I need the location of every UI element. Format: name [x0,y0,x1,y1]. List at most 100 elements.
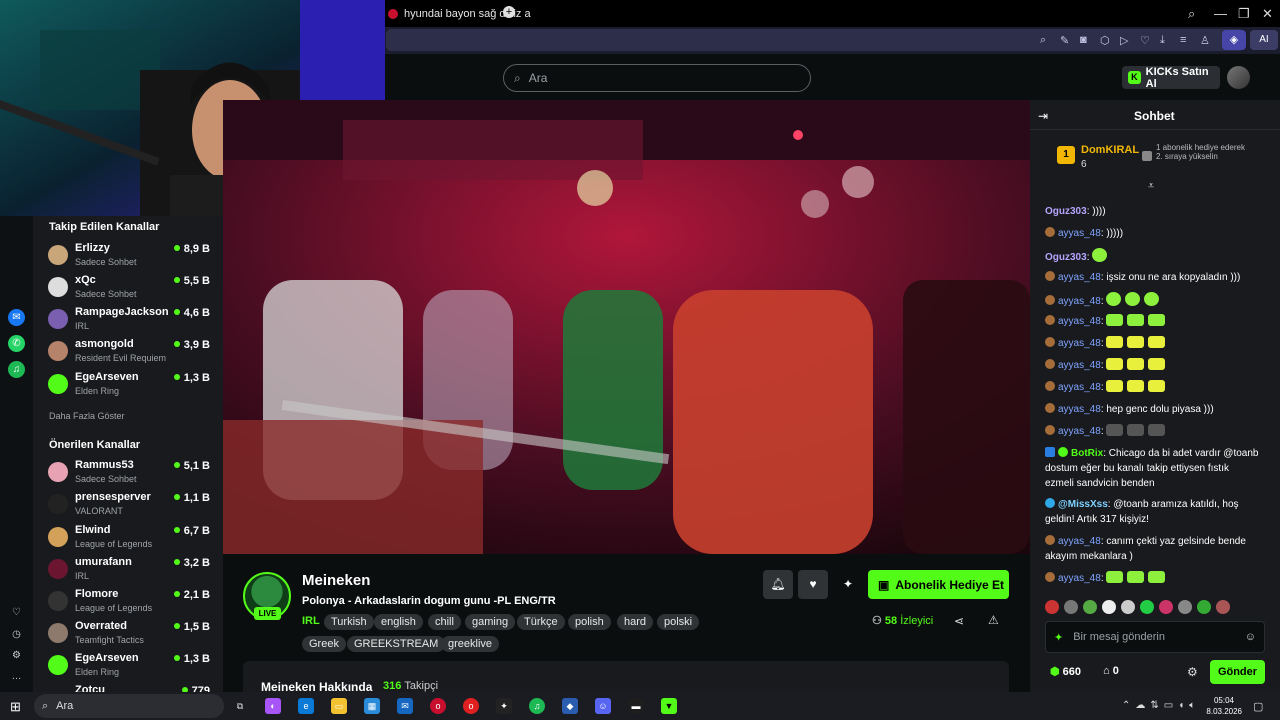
avatar[interactable] [1083,600,1097,614]
extension-cube-icon[interactable]: ◈ [1222,30,1246,50]
stream-tag[interactable]: polish [568,614,611,630]
mail-icon[interactable]: ✉ [397,698,413,714]
taskbar-search[interactable]: ⌕ Ara [34,694,224,718]
report-warning-icon[interactable]: ⚠ [988,613,999,627]
chat-username[interactable]: ayyas_48 [1058,382,1101,393]
menu-icon[interactable]: ≡ [1180,34,1186,46]
stream-tag[interactable]: Greek [302,636,346,652]
sidebar-channel[interactable]: xQc Sadece Sohbet 5,5 B [48,274,218,302]
search-input[interactable]: ⌕ Ara [503,64,811,92]
avatar[interactable] [1197,600,1211,614]
spotify-icon[interactable]: ♫ [8,361,25,378]
whatsapp-icon[interactable]: ✆ [8,335,25,352]
sidebar-channel[interactable]: EgeArseven Elden Ring 1,3 B [48,652,218,680]
minimize-icon[interactable]: — [1214,6,1227,21]
zoom-icon[interactable]: ⌕ [1040,34,1046,47]
heart-icon[interactable]: ♡ [8,604,25,621]
chat-username[interactable]: ayyas_48 [1058,272,1101,283]
sidebar-channel[interactable]: Overrated Teamfight Tactics 1,5 B [48,620,218,648]
notification-bell-icon[interactable]: 🔔︎ [763,570,793,599]
stream-tag[interactable]: chill [428,614,461,630]
task-view-icon[interactable]: ⧉ [232,698,248,714]
edge-icon[interactable]: e [298,698,314,714]
new-tab-button[interactable]: + [503,6,515,18]
more-icon[interactable]: … [8,668,25,685]
search-tabs-icon[interactable]: ⌕ [1188,6,1195,22]
chat-username[interactable]: ayyas_48 [1058,360,1101,371]
chat-username[interactable]: ayyas_48 [1058,404,1101,415]
spotify-icon[interactable]: ♫ [529,698,545,714]
avatar[interactable] [1064,600,1078,614]
chat-username[interactable]: ayyas_48 [1058,536,1101,547]
sidebar-channel[interactable]: Flomore League of Legends 2,1 B [48,588,218,616]
collapse-chat-icon[interactable]: ⇥ [1038,109,1048,123]
sidebar-channel[interactable]: asmongold Resident Evil Requiem 3,9 B [48,338,218,366]
chat-username[interactable]: ayyas_48 [1058,228,1101,239]
store-icon[interactable]: ▦ [364,698,380,714]
share-icon[interactable]: ⋖ [954,614,964,628]
stream-tag[interactable]: Turkish [324,614,374,630]
user-avatar[interactable] [1227,66,1250,89]
opera-icon[interactable]: o [463,698,479,714]
maximize-icon[interactable]: ❐ [1238,6,1250,22]
ai-button[interactable]: AI [1250,30,1278,50]
gift-subscription-button[interactable]: ▣ Abonelik Hediye Et [868,570,1009,599]
shield-icon[interactable]: ⬡ [1100,34,1110,47]
stream-tag[interactable]: polski [657,614,700,630]
sidebar-channel[interactable]: umurafann IRL 3,2 B [48,556,218,584]
chat-username[interactable]: ayyas_48 [1058,316,1101,327]
sidebar-channel[interactable]: Erlizzy Sadece Sohbet 8,9 B [48,242,218,270]
chat-username[interactable]: BotRix [1071,448,1103,459]
opera-gx-icon[interactable]: o [430,698,446,714]
sidebar-channel[interactable]: Zotcu 779 [48,684,218,692]
play-icon[interactable]: ▷ [1120,34,1128,47]
follow-heart-icon[interactable]: ♥ [798,570,828,599]
points-balance[interactable]: ⌂ 0 [1103,665,1119,677]
discord-icon[interactable]: ☺ [595,698,611,714]
streamer-name[interactable]: Meineken [302,572,370,589]
avatar[interactable] [1178,600,1192,614]
chat-username[interactable]: ayyas_48 [1058,573,1101,584]
history-icon[interactable]: ◷ [8,626,25,643]
video-player[interactable] [223,100,1030,554]
emoji-icon[interactable]: ☺ [1245,631,1256,643]
send-button[interactable]: Gönder [1210,660,1265,684]
buy-kicks-button[interactable]: K KICKs Satın Al [1122,66,1220,90]
stream-tag[interactable]: greeklive [441,636,500,652]
windows-start-icon[interactable]: ⊞ [10,699,21,715]
app-icon[interactable]: ✦ [496,698,512,714]
sidebar-channel[interactable]: RampageJackson IRL 4,6 B [48,306,218,334]
stream-category[interactable]: IRL [302,615,320,627]
stream-tag[interactable]: gaming [465,614,516,630]
camera-icon[interactable]: ◙ [1080,34,1087,46]
avatar[interactable] [1045,600,1059,614]
chat-input[interactable]: ✦ Bir mesaj gönderin ☺ [1045,621,1265,653]
copilot-icon[interactable]: ◐ [265,698,281,714]
sidebar-channel[interactable]: Elwind League of Legends 6,7 B [48,524,218,552]
edit-icon[interactable]: ✎ [1060,34,1069,47]
filter-icon[interactable]: ⩡ [1148,180,1154,193]
avatar[interactable] [1159,600,1173,614]
download-icon[interactable]: ⤓ [1160,34,1165,47]
avatar[interactable] [1140,600,1154,614]
notifications-icon[interactable]: ▢ [1253,700,1263,713]
chat-username[interactable]: Oguz303 [1045,206,1087,217]
sparkle-icon[interactable]: ✦ [833,570,863,599]
profile-icon[interactable]: ♙ [1200,34,1210,47]
chat-username[interactable]: ayyas_48 [1058,338,1101,349]
stream-tag[interactable]: hard [617,614,654,630]
chat-settings-gear-icon[interactable]: ⚙ [1187,665,1198,679]
file-explorer-icon[interactable]: ▭ [331,698,347,714]
sidebar-channel[interactable]: prensesperver VALORANT 1,1 B [48,491,218,519]
avatar[interactable] [1102,600,1116,614]
show-more-link[interactable]: Daha Fazla Göster [49,411,125,421]
chat-username[interactable]: Oguz303 [1045,252,1087,263]
kicks-balance[interactable]: ⬢ 660 [1050,665,1081,678]
sidebar-channel[interactable]: Rammus53 Sadece Sohbet 5,1 B [48,459,218,487]
terminal-icon[interactable]: ▬ [628,698,644,714]
chat-username[interactable]: ayyas_48 [1058,426,1101,437]
stream-tag[interactable]: Türkçe [517,614,565,630]
system-tray-icons[interactable]: ⌃☁⇅▭◖🔈︎ [1122,700,1200,711]
settings-gear-icon[interactable]: ⚙ [8,647,25,664]
address-bar[interactable] [386,29,1244,51]
